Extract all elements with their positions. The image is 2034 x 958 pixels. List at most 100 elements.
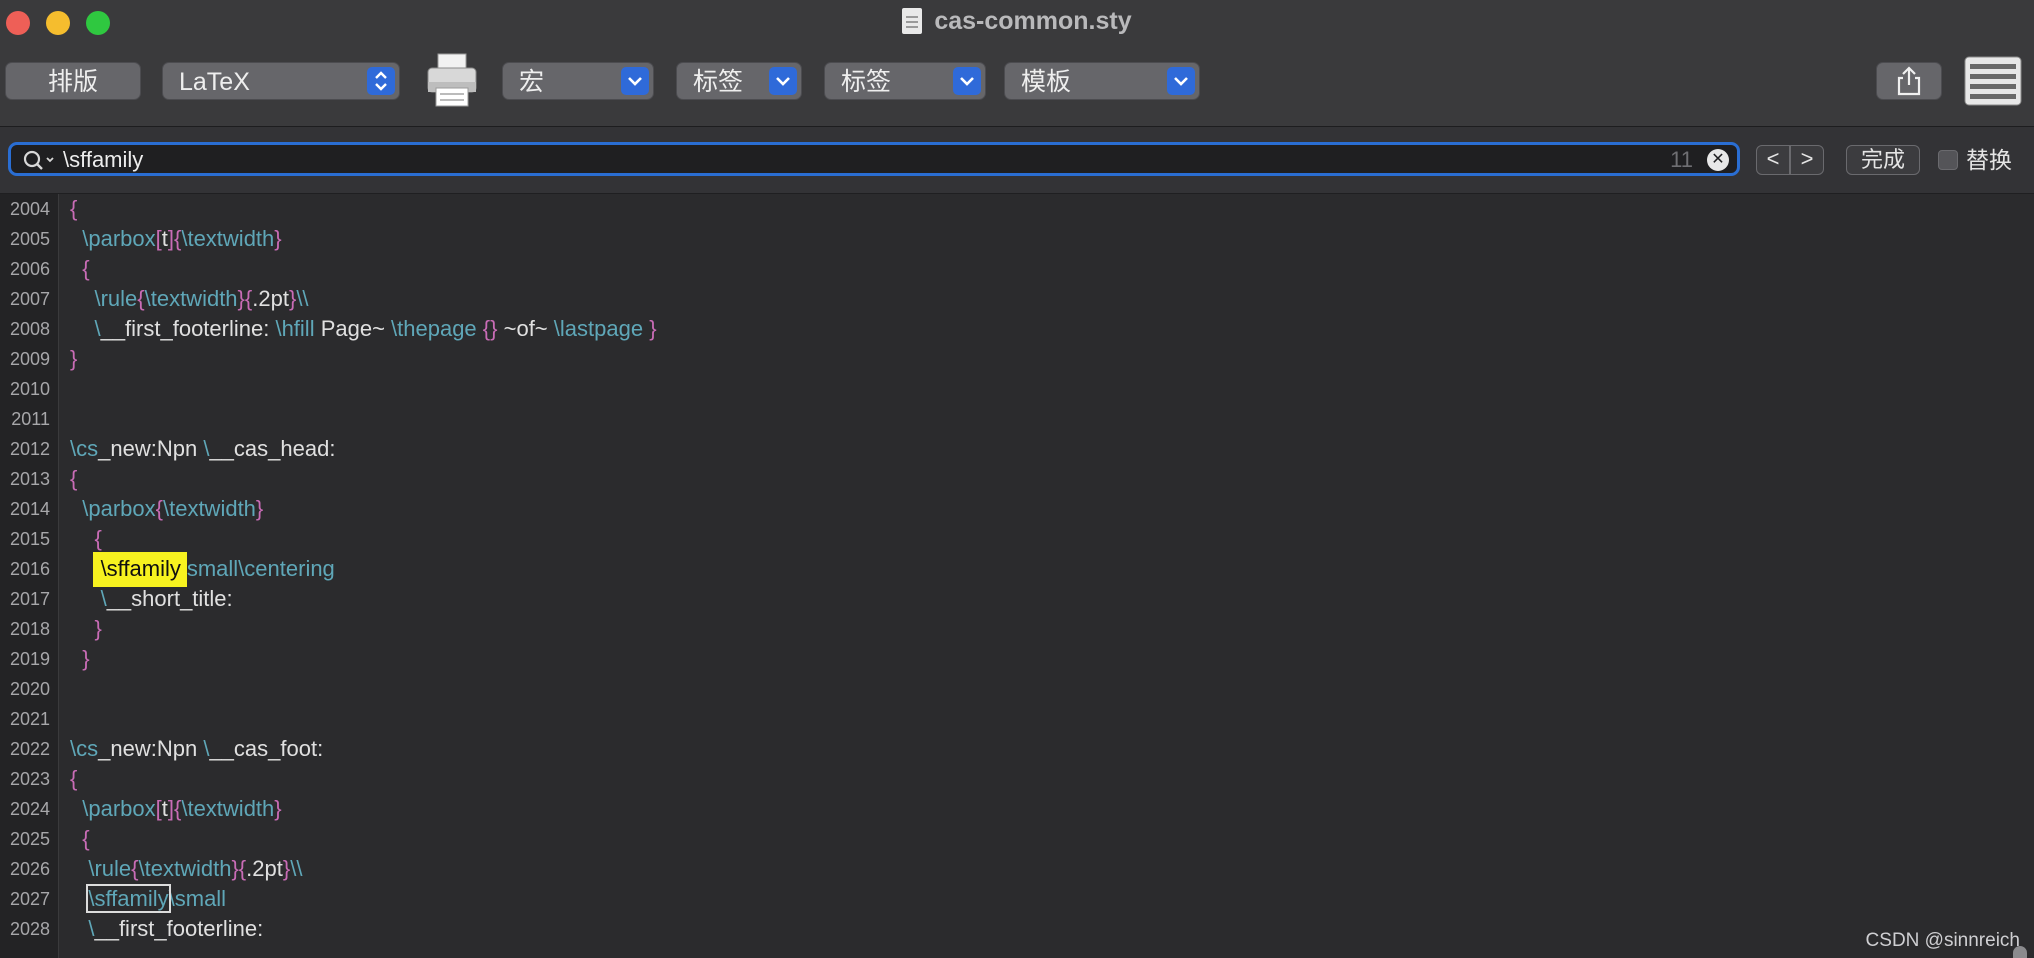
template-select-label: 模板 <box>1021 68 1072 96</box>
line-number: 2015 <box>9 529 50 549</box>
line-number: 2017 <box>9 589 50 609</box>
tags-select-1[interactable]: 标签 <box>676 62 802 100</box>
code-line: 2004 { <box>0 194 2000 224</box>
replace-checkbox[interactable] <box>1938 150 1958 170</box>
code-text: \__first_footerline: \hfill Page~ \thepa… <box>70 314 656 344</box>
code-line: 2023 { <box>0 764 2000 794</box>
search-field[interactable]: \sffamily 11 ✕ <box>8 142 1740 176</box>
command-token: \parbox <box>82 226 156 251</box>
done-button[interactable]: 完成 <box>1846 145 1920 175</box>
search-input[interactable]: \sffamily <box>63 146 143 174</box>
brace-token: } <box>274 226 282 251</box>
code-text: { <box>70 254 89 284</box>
brace-token: }{ <box>237 286 253 311</box>
code-text: \parbox[t]{\textwidth} <box>70 224 282 254</box>
code-text: { <box>70 824 89 854</box>
code-text: \sffamily\small <box>70 884 226 914</box>
line-number: 2014 <box>9 499 50 519</box>
brace-token: { <box>155 496 163 521</box>
code-text: \rule{\textwidth}{.2pt}\\ <box>70 284 309 314</box>
code-line: 2012 \cs_new:Npn \__cas_head: <box>0 434 2000 464</box>
code-line: 2009} <box>0 344 2000 374</box>
brace-token: }{ <box>231 856 247 881</box>
engine-select[interactable]: LaTeX <box>162 62 400 100</box>
brace-token: { <box>70 196 78 221</box>
code-line: 2018 } <box>0 614 2000 644</box>
brace-token: ]{ <box>167 226 182 251</box>
window-title: cas-common.sty <box>934 7 1132 35</box>
macro-select[interactable]: 宏 <box>502 62 654 100</box>
line-number: 2012 <box>9 439 50 459</box>
line-number: 2019 <box>9 649 50 669</box>
code-line: 2015 { <box>0 524 2000 554</box>
clear-search-icon[interactable]: ✕ <box>1707 149 1729 171</box>
command-token: \parbox <box>82 796 156 821</box>
code-text: \sffamily small\centering <box>70 552 335 587</box>
brace-token: { <box>131 856 139 881</box>
line-number: 2009 <box>9 349 50 369</box>
code-line: 2026 \rule{\textwidth}{.2pt}\\ <box>0 854 2000 884</box>
code-line: 2016 \sffamily small\centering <box>0 552 2000 587</box>
share-button[interactable] <box>1876 62 1942 100</box>
line-number: 2013 <box>9 469 50 489</box>
text-token: __first_footerline: <box>100 316 276 341</box>
typeset-button[interactable]: 排版 <box>5 62 141 100</box>
command-token: \textwidth <box>162 496 256 521</box>
match-count: 11 <box>1670 147 1693 172</box>
code-text: } <box>70 344 77 374</box>
watermark: CSDN @sinnreich <box>1865 930 2020 951</box>
code-line: 2028 \__first_footerline: <box>0 914 2000 944</box>
panel-layout-icon[interactable] <box>1964 56 2022 106</box>
line-number: 2016 <box>9 559 50 579</box>
line-number: 2006 <box>9 259 50 279</box>
command-token: \thepage <box>391 316 477 341</box>
line-number: 2010 <box>9 379 50 399</box>
line-number: 2024 <box>9 799 50 819</box>
line-number: 2018 <box>9 619 50 639</box>
code-text: \cs_new:Npn \__cas_foot: <box>70 734 323 764</box>
search-icon[interactable] <box>23 149 57 171</box>
brace-token: { <box>137 286 145 311</box>
share-icon <box>1897 66 1921 96</box>
line-number: 2008 <box>9 319 50 339</box>
code-editor[interactable]: 2004{ 2005 \parbox[t]{\textwidth} 2006 {20… <box>0 194 2034 958</box>
chevron-down-icon <box>621 67 649 95</box>
brace-token: { <box>70 766 78 791</box>
brace-token: } <box>94 616 102 641</box>
text-token: __cas_foot: <box>209 736 324 761</box>
code-text: { <box>70 524 101 554</box>
code-text: \cs_new:Npn \__cas_head: <box>70 434 335 464</box>
next-match-button[interactable]: > <box>1790 145 1824 175</box>
replace-label: 替换 <box>1966 147 2012 173</box>
window-title-area: cas-common.sty <box>0 4 2034 38</box>
line-number: 2005 <box>9 229 50 249</box>
line-number: 2007 <box>9 289 50 309</box>
code-text: } <box>70 614 102 644</box>
code-text: { <box>70 194 77 224</box>
brace-token: { <box>70 466 78 491</box>
code-line: 2024 \parbox[t]{\textwidth} <box>0 794 2000 824</box>
tags-select-1-label: 标签 <box>693 68 744 96</box>
brace-token: } <box>70 346 78 371</box>
command-token: \cs <box>70 436 99 461</box>
template-select[interactable]: 模板 <box>1004 62 1200 100</box>
tags-select-2[interactable]: 标签 <box>824 62 986 100</box>
engine-select-value: LaTeX <box>179 68 250 96</box>
line-number: 2023 <box>9 769 50 789</box>
code-line: 2022 \cs_new:Npn \__cas_foot: <box>0 734 2000 764</box>
current-search-match: \sffamily <box>92 552 187 587</box>
code-line: 2010 <box>0 374 2000 404</box>
command-token: \\ <box>290 856 303 881</box>
print-icon[interactable] <box>424 52 480 108</box>
previous-match-button[interactable]: < <box>1756 145 1790 175</box>
command-token: \\ <box>296 286 309 311</box>
